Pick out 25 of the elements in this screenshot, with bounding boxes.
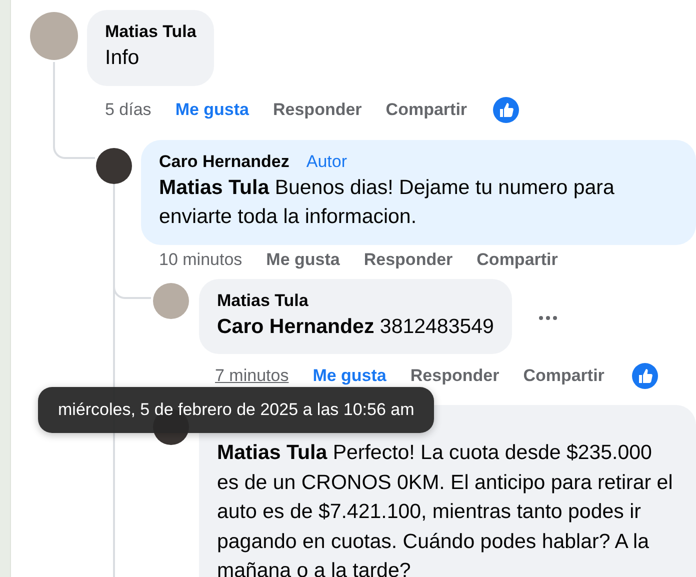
like-link[interactable]: Me gusta [312,365,386,387]
date-tooltip: miércoles, 5 de febrero de 2025 a las 10:56 am [38,387,434,433]
more-options-icon[interactable] [538,314,558,320]
comment-text: Matias Tula Buenos dias! Dejame tu numero para enviarte toda la informacion. [159,174,616,230]
avatar[interactable] [96,148,132,184]
reply-link[interactable]: Responder [273,98,362,120]
share-link[interactable]: Compartir [476,248,558,270]
comment-text: Caro Hernandez 3812483549 [217,314,494,340]
reply-link[interactable]: Responder [410,365,500,387]
comment-text: Matias Tula Perfecto! La cuota desde $235.000 es de un CRONOS 0KM. El anticipo para retirar el auto es de $7.421.100, mientras tanto podes ir pagando en cuotas. Cuándo podes hablar? A la mañana o a la tarde? [217,440,674,577]
like-reaction-icon[interactable] [632,363,658,389]
timestamp-link[interactable]: 7 minutos [215,365,289,387]
timestamp-link[interactable]: 10 minutos [159,248,242,270]
author-name[interactable]: Matias Tula [105,21,196,43]
share-link[interactable]: Compartir [523,365,604,387]
reply-link[interactable]: Responder [364,248,453,270]
like-link[interactable]: Me gusta [175,98,249,120]
author-label: Autor [306,150,348,172]
like-link[interactable]: Me gusta [266,248,340,270]
comment-text: Info [105,45,140,71]
author-name[interactable]: Caro Hernandez [159,150,290,172]
like-reaction-icon[interactable] [493,96,520,122]
share-link[interactable]: Compartir [386,98,468,120]
timestamp-link[interactable]: 5 días [105,98,152,120]
author-name[interactable]: Matias Tula [217,290,308,312]
